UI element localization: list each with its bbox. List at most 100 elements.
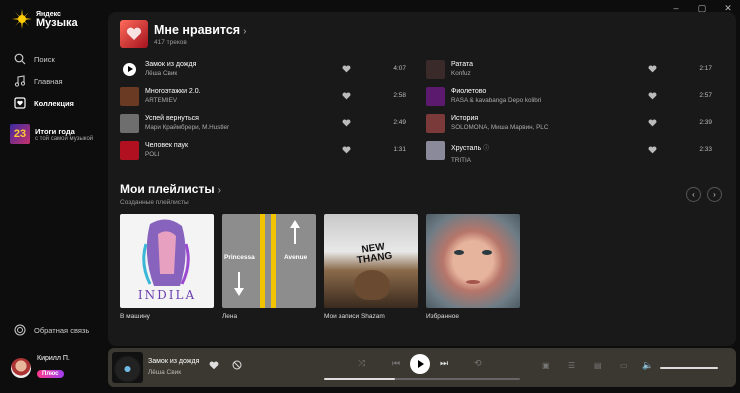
feedback-label: Обратная связь [34, 325, 90, 335]
logo-line2: Музыка [36, 17, 78, 29]
heart-icon[interactable] [342, 65, 351, 75]
track-row[interactable]: Многоэтажки 2.0. ARTEMIEV 2:58 [120, 84, 418, 108]
like-button[interactable] [209, 361, 219, 372]
player-artist[interactable]: Лёша Свик [148, 369, 181, 376]
track-cover [120, 113, 139, 133]
lyrics-icon: ▤ [594, 361, 602, 370]
sidebar-item-home[interactable]: Главная [14, 70, 74, 92]
cover-text: INDILA [137, 288, 197, 302]
track-row[interactable]: Успей вернуться Мари Краймбрери, M.Hustle… [120, 111, 418, 135]
track-artist: Лёша Свик [145, 70, 178, 77]
shuffle-icon: ⤨ [358, 358, 366, 368]
playlist-card[interactable]: INDILA В машину [120, 214, 214, 320]
track-cover [426, 140, 445, 160]
plus-label: Плюс [42, 371, 59, 377]
track-duration: 2:33 [699, 146, 712, 153]
playlist-cover: NEW THANG [324, 214, 418, 308]
track-row[interactable]: Ратата Konfuz 2:17 [426, 57, 724, 81]
year-summary-promo[interactable]: 23 Итоги года с той самой музыкой [10, 124, 93, 144]
track-artist: Мари Краймбрери, M.Hustler [145, 124, 230, 131]
info-icon: ⓘ [483, 145, 490, 152]
device-icon: ▭ [620, 361, 628, 370]
carousel-prev-button[interactable]: ‹ [686, 187, 701, 202]
heart-icon [126, 27, 142, 40]
track-row[interactable]: Человек паук POLI 1:31 [120, 138, 418, 162]
heart-icon[interactable] [342, 119, 351, 129]
heart-icon[interactable] [648, 146, 657, 156]
promo-title: Итоги года [35, 126, 75, 136]
queue-button[interactable]: ☰ [568, 361, 575, 370]
heart-icon[interactable] [648, 92, 657, 102]
progress-bar[interactable] [324, 378, 520, 380]
playlist-cover: INDILA [120, 214, 214, 308]
track-title: Замок из дождя [145, 61, 197, 68]
sidebar-item-search[interactable]: Поиск [14, 48, 74, 70]
player-title[interactable]: Замок из дождя [148, 358, 199, 365]
liked-cover [120, 20, 148, 48]
chevron-right-icon: › [243, 25, 247, 37]
repeat-button[interactable]: ⟲ [474, 358, 482, 369]
volume-slider[interactable] [660, 367, 718, 369]
app-logo[interactable]: Яндекс Музыка [12, 9, 78, 29]
plus-badge: Плюс [37, 370, 64, 378]
track-row[interactable]: История SOLOMONA, Миша Марвин, PLC 2:39 [426, 111, 724, 135]
track-title: История [451, 115, 479, 122]
liked-header[interactable]: Мне нравится › 417 треков [120, 20, 246, 48]
playlist-card[interactable]: Princessa Avenue Лена [222, 214, 316, 320]
heart-icon[interactable] [342, 146, 351, 156]
track-artist: Konfuz [451, 70, 471, 77]
shuffle-button[interactable]: ⤨ [358, 358, 365, 369]
user-name: Кирилл П. [37, 355, 70, 362]
track-duration: 2:17 [699, 65, 712, 72]
heart-icon[interactable] [342, 92, 351, 102]
player-bar: Замок из дождя Лёша Свик ⤨ ⏮ ⏭ ⟲ ▣ ☰ ▤ ▭… [108, 348, 736, 387]
track-duration: 2:49 [393, 119, 406, 126]
app-window: – ▢ ✕ Яндекс Музыка Поиск Главная Коллек… [0, 0, 740, 393]
playlists-header[interactable]: Мои плейлисты › Созданные плейлисты [120, 182, 221, 206]
play-icon[interactable] [123, 62, 136, 76]
heart-icon[interactable] [648, 119, 657, 129]
face-eye [454, 250, 464, 255]
previous-button[interactable]: ⏮ [392, 358, 400, 369]
cover-text-right: Avenue [284, 254, 308, 261]
playlist-name: Избранное [426, 313, 459, 320]
lyrics-button[interactable]: ▤ [594, 361, 602, 370]
feedback-link[interactable]: Обратная связь [14, 324, 89, 336]
track-cover [426, 59, 445, 79]
carousel-arrows: ‹ › [686, 187, 722, 202]
playlist-name: В машину [120, 313, 150, 320]
playlist-card[interactable]: Избранное [426, 214, 520, 320]
queue-icon: ☰ [568, 361, 576, 370]
track-title: Хрусталь [451, 144, 482, 152]
dislike-button[interactable] [232, 360, 242, 372]
track-artist: SOLOMONA, Миша Марвин, PLC [451, 124, 549, 131]
search-icon [14, 53, 26, 65]
player-cover[interactable] [112, 352, 143, 383]
play-button[interactable] [410, 354, 430, 374]
track-row[interactable]: Фиолетово RASA & kavabanga Depo kolibri 2:… [426, 84, 724, 108]
sidebar-item-label: Коллекция [34, 98, 74, 108]
track-info-button[interactable]: ▣ [542, 361, 550, 370]
sidebar-item-label: Поиск [34, 54, 55, 64]
track-duration: 1:31 [393, 146, 406, 153]
carousel-next-button[interactable]: › [707, 187, 722, 202]
next-button[interactable]: ⏭ [440, 358, 448, 369]
playlists-title: Мои плейлисты [120, 182, 215, 196]
playlist-card[interactable]: NEW THANG Мои записи Shazam [324, 214, 418, 320]
promo-badge: 23 [10, 124, 30, 144]
previous-icon: ⏮ [392, 358, 401, 368]
track-cover [120, 86, 139, 106]
chevron-right-icon: › [217, 185, 221, 196]
sidebar-item-collection[interactable]: Коллекция [14, 92, 74, 114]
device-button[interactable]: ▭ [620, 361, 628, 370]
track-row[interactable]: Замок из дождя Лёша Свик 4:07 [120, 57, 418, 81]
track-artist: TRITIA [451, 156, 471, 164]
playlist-name: Лена [222, 313, 238, 320]
heart-icon[interactable] [648, 65, 657, 75]
cover-text-left: Princessa [224, 254, 255, 261]
track-row[interactable]: Хрусталь ⓘ TRITIA 2:33 [426, 138, 724, 164]
info-icon: ▣ [542, 361, 550, 370]
volume-button[interactable]: 🔈 [642, 360, 653, 371]
user-profile[interactable]: Кирилл П. Плюс [11, 355, 70, 380]
track-duration: 4:07 [393, 65, 406, 72]
